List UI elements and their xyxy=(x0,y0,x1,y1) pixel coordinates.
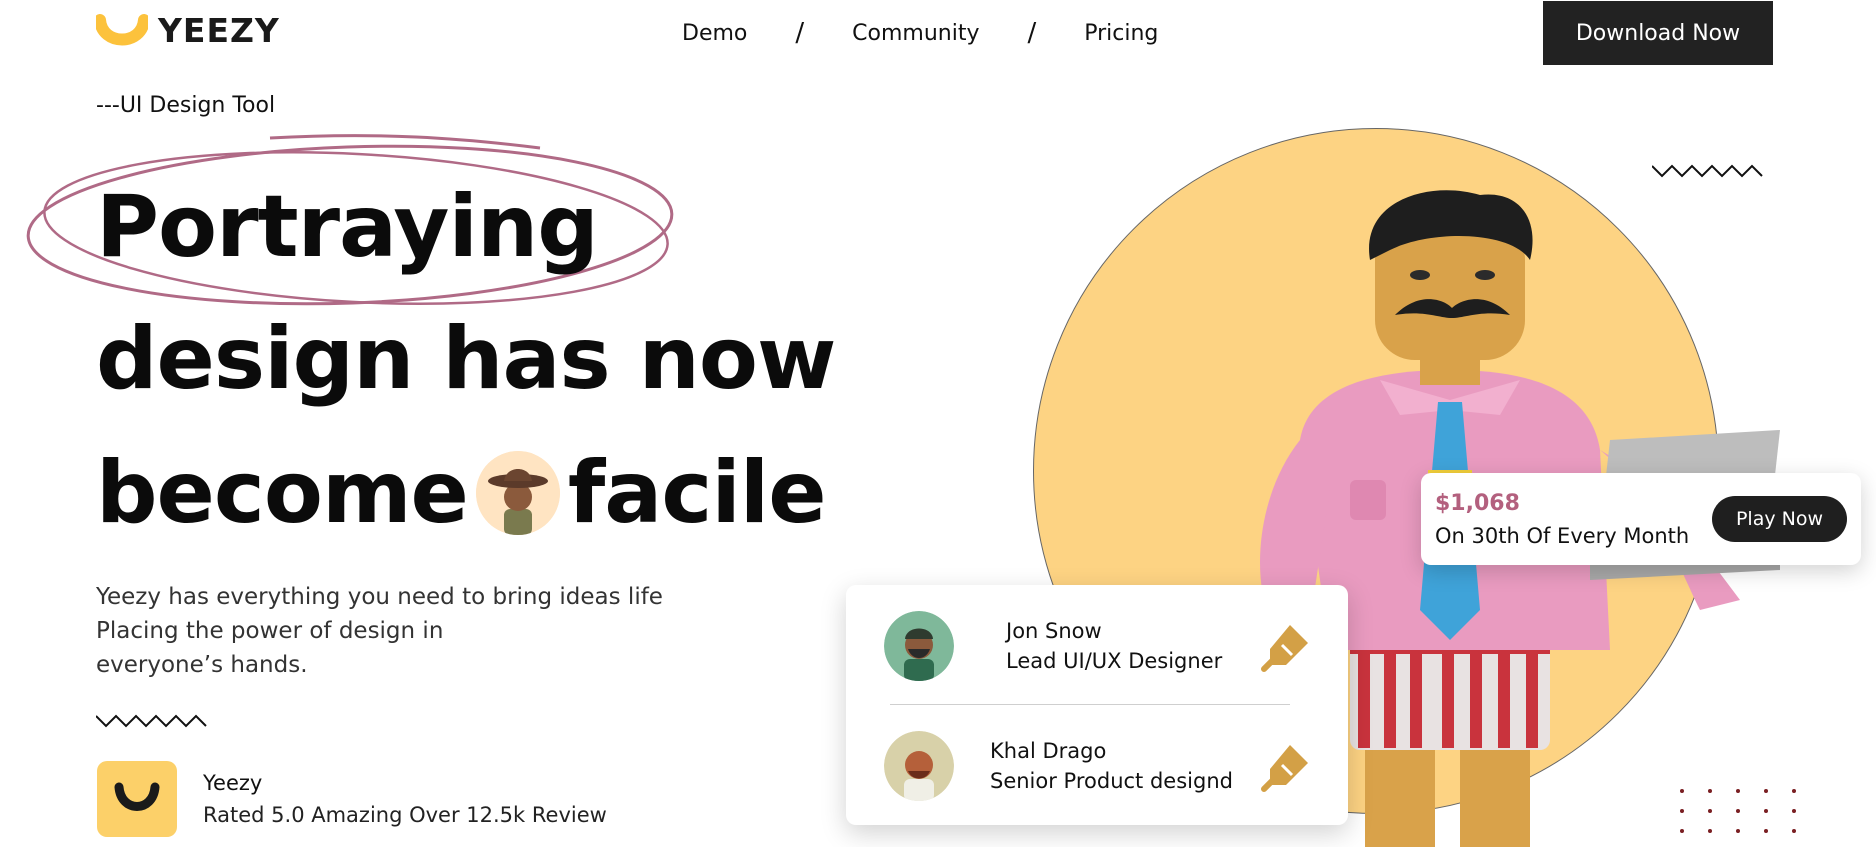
zigzag-decoration xyxy=(1652,164,1763,178)
avatar xyxy=(884,731,954,801)
nav-community[interactable]: Community xyxy=(852,21,979,46)
cowboy-avatar-icon xyxy=(475,451,560,535)
subscription-amount: $1,068 xyxy=(1435,490,1520,516)
rating-badge: Yeezy Rated 5.0 Amazing Over 12.5k Revie… xyxy=(97,761,607,837)
brand-logo[interactable]: YEEZY xyxy=(96,10,280,50)
subscription-info: $1,068 On 30th Of Every Month xyxy=(1435,491,1689,548)
smile-logo-icon xyxy=(114,782,160,811)
team-member[interactable]: Jon Snow Lead UI/UX Designer xyxy=(884,609,1314,683)
rating-title: Yeezy xyxy=(203,771,263,795)
team-member-role: Lead UI/UX Designer xyxy=(1006,649,1223,673)
description-line: Placing the power of design in xyxy=(96,618,444,644)
headline-word-become: become xyxy=(96,443,469,543)
rating-logo xyxy=(97,761,177,837)
avatar-icon xyxy=(884,731,954,801)
subscription-schedule: On 30th Of Every Month xyxy=(1435,523,1690,548)
team-member[interactable]: Khal Drago Senior Product designd xyxy=(884,729,1314,803)
team-member-name: Khal Drago xyxy=(990,739,1107,763)
team-member-role: Senior Product designd xyxy=(990,769,1233,793)
team-member-info: Khal Drago Senior Product designd xyxy=(990,736,1233,796)
headline-word-facile: facile xyxy=(567,443,827,543)
nav-separator: / xyxy=(1027,18,1037,48)
highlighter-icon[interactable] xyxy=(1260,739,1314,793)
download-now-button[interactable]: Download Now xyxy=(1543,1,1773,65)
cowboy-avatar xyxy=(475,451,560,535)
team-card: Jon Snow Lead UI/UX Designer Khal Drago … xyxy=(846,585,1348,825)
zigzag-decoration xyxy=(96,714,207,728)
headline-line-1: Portraying xyxy=(96,177,599,277)
smile-logo-icon xyxy=(96,14,148,46)
nav-demo[interactable]: Demo xyxy=(682,21,747,46)
description-line: Yeezy has everything you need to bring i… xyxy=(96,584,663,610)
rating-text: Yeezy Rated 5.0 Amazing Over 12.5k Revie… xyxy=(203,771,607,827)
headline-line-3: become facile xyxy=(96,443,827,543)
tagline: ---UI Design Tool xyxy=(96,93,276,118)
dots-pattern-decoration xyxy=(1680,789,1806,833)
subscription-card: $1,068 On 30th Of Every Month Play Now xyxy=(1421,473,1861,565)
avatar-icon xyxy=(884,611,954,681)
hero-description: Yeezy has everything you need to bring i… xyxy=(96,580,696,682)
rating-subtitle: Rated 5.0 Amazing Over 12.5k Review xyxy=(203,803,607,827)
main-nav: Demo / Community / Pricing xyxy=(682,18,1158,48)
team-member-info: Jon Snow Lead UI/UX Designer xyxy=(1006,616,1222,676)
brand-name: YEEZY xyxy=(158,10,280,50)
team-divider xyxy=(890,704,1290,705)
highlighter-icon[interactable] xyxy=(1260,619,1314,673)
team-member-name: Jon Snow xyxy=(1006,619,1102,643)
nav-pricing[interactable]: Pricing xyxy=(1084,21,1158,46)
headline-line-2: design has now xyxy=(96,309,836,409)
nav-separator: / xyxy=(795,18,805,48)
play-now-button[interactable]: Play Now xyxy=(1711,496,1847,542)
description-line: everyone’s hands. xyxy=(96,652,308,678)
avatar xyxy=(884,611,954,681)
